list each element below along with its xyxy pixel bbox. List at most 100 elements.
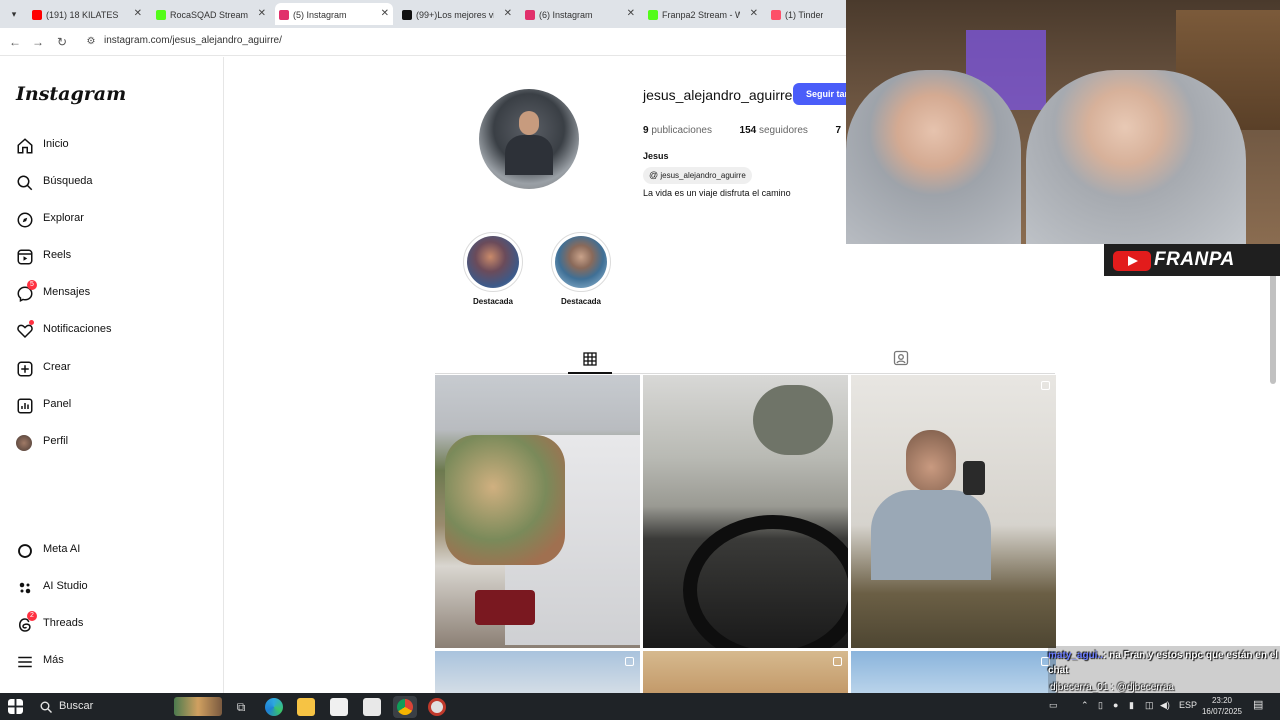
chat-message: djbecerra_01 : @djbecerraa [1050,682,1175,693]
tray-chevron-icon[interactable]: ⌃ [1081,700,1089,711]
tray-mic-icon[interactable]: ▮ [1129,700,1134,711]
tray-device-icon[interactable]: ▯ [1098,700,1103,711]
browser-tab[interactable]: (5) Instagram ✕ [275,3,393,25]
tail-light-shape [475,590,535,625]
person-right-shape [1026,70,1246,244]
phone-shape [963,461,985,495]
messages-badge: 5 [27,280,37,290]
close-tab-icon[interactable]: ✕ [134,3,142,25]
close-tab-icon[interactable]: ✕ [750,3,758,25]
highlight-thumbnail [555,236,607,288]
tab-title: (99+)Los mejores vid [416,9,494,20]
nav-ai-studio[interactable]: AI Studio [16,577,216,599]
file-explorer-icon[interactable] [297,698,315,716]
tagged-tab[interactable] [893,350,913,370]
nav-mensajes[interactable]: 5 Mensajes [16,280,216,305]
post-thumbnail[interactable] [643,651,848,693]
post-thumbnail[interactable] [435,651,640,693]
avatar-figure-body [505,135,553,175]
follow-button[interactable]: Seguir también [793,83,853,105]
close-tab-icon[interactable]: ✕ [504,3,512,25]
nav-inicio[interactable]: Inicio [16,135,216,157]
post-thumbnail[interactable] [851,651,1056,693]
nav-explorar[interactable]: Explorar [16,209,216,231]
tab-favicon-icon [156,9,166,20]
instagram-logo[interactable]: Instagram [16,83,126,105]
tray-volume-icon[interactable]: ◀) [1160,700,1170,711]
nav-perfil[interactable]: Perfil [16,432,216,454]
browser-tab[interactable]: (99+)Los mejores vid ✕ [398,3,516,25]
browser-tab[interactable]: RocaSQAD Stream ✕ [152,3,270,25]
followers-stat[interactable]: 154 seguidores [740,125,808,136]
site-settings-icon[interactable]: ⚙ [82,33,100,51]
posts-stat: 9 publicaciones [643,125,712,136]
close-tab-icon[interactable]: ✕ [627,3,635,25]
nav-reels[interactable]: Reels [16,246,216,268]
chrome-taskbar-button[interactable] [393,696,417,718]
tab-favicon-icon [525,9,535,20]
reload-icon[interactable]: ↻ [53,33,71,51]
nav-crear[interactable]: Crear [16,358,216,380]
task-view-icon[interactable]: ⧉ [232,698,250,716]
close-tab-icon[interactable]: ✕ [381,3,389,25]
menu-icon [18,656,32,668]
nav-label: Notificaciones [43,323,112,335]
nav-label: Inicio [43,138,69,150]
tray-app-icon[interactable]: ● [1113,700,1118,710]
post-thumbnail[interactable] [851,375,1056,648]
nav-meta-ai[interactable]: Meta AI [16,540,216,562]
url-field[interactable]: instagram.com/jesus_alejandro_aguirre/ [104,35,282,46]
browser-tab[interactable]: (6) Instagram ✕ [521,3,639,25]
search-icon [17,175,33,191]
browser-tab[interactable]: Franpa2 Stream - Wa ✕ [644,3,762,25]
mail-icon[interactable] [363,698,381,716]
streamer-brand-banner: FRANPA [1104,244,1280,276]
app-icon[interactable] [428,698,446,716]
windows-start-icon[interactable] [8,699,23,714]
tab-favicon-icon [648,9,658,20]
instagram-sidebar: Instagram Inicio Búsqueda Explorar Reels… [0,57,224,693]
browser-tab[interactable]: (1) Tinder [767,3,845,25]
system-clock[interactable]: 23:20 16/07/2025 [1197,695,1247,717]
language-indicator[interactable]: ESP [1179,700,1197,710]
clock-date: 16/07/2025 [1201,707,1243,716]
forward-icon[interactable]: → [29,33,47,51]
back-icon[interactable]: ← [6,33,24,51]
post-thumbnail[interactable] [435,375,640,648]
nav-panel[interactable]: Panel [16,395,216,417]
highlight-2[interactable] [551,232,611,292]
nav-label: Panel [43,398,72,410]
nav-threads[interactable]: 2 Threads [16,611,216,636]
following-stat[interactable]: 7 [835,125,841,136]
tab-favicon-icon [279,9,289,20]
cargo-shape [445,435,565,565]
grid-icon [583,352,597,366]
browser-tab[interactable]: (191) 18 KILATES ✕ [28,3,146,25]
nav-label: Meta AI [43,543,81,555]
tray-keyboard-icon[interactable]: ▭ [1049,700,1058,711]
tab-search-menu-icon[interactable]: ▾ [6,6,22,22]
store-icon[interactable] [330,698,348,716]
nav-mas[interactable]: Más [16,651,216,673]
posts-grid-tab[interactable] [568,350,612,374]
clock-time: 23:20 [1211,696,1233,705]
stream-chat-overlay: maty_agui..: na Fran y estos npc que est… [1048,646,1280,696]
highlight-1[interactable] [463,232,523,292]
profile-avatar[interactable] [479,89,579,189]
threads-link[interactable]: @ jesus_alejandro_aguirre [643,167,752,184]
notifications-icon[interactable]: ▤ [1253,698,1263,711]
meta-ai-icon [18,544,32,558]
person-left-shape [846,70,1021,244]
edge-icon[interactable] [265,698,283,716]
nav-label: Mensajes [43,286,91,298]
close-tab-icon[interactable]: ✕ [258,3,266,25]
nav-notificaciones[interactable]: Notificaciones [16,320,216,342]
avatar-figure-head [519,111,539,135]
nav-busqueda[interactable]: Búsqueda [16,172,216,194]
tray-network-icon[interactable]: ◫ [1145,700,1154,711]
chart-icon [17,398,33,414]
page-scrollbar[interactable] [1270,260,1276,384]
taskbar-search[interactable]: Buscar [34,695,224,718]
post-thumbnail[interactable] [643,375,848,648]
ai-studio-icon [19,582,31,594]
